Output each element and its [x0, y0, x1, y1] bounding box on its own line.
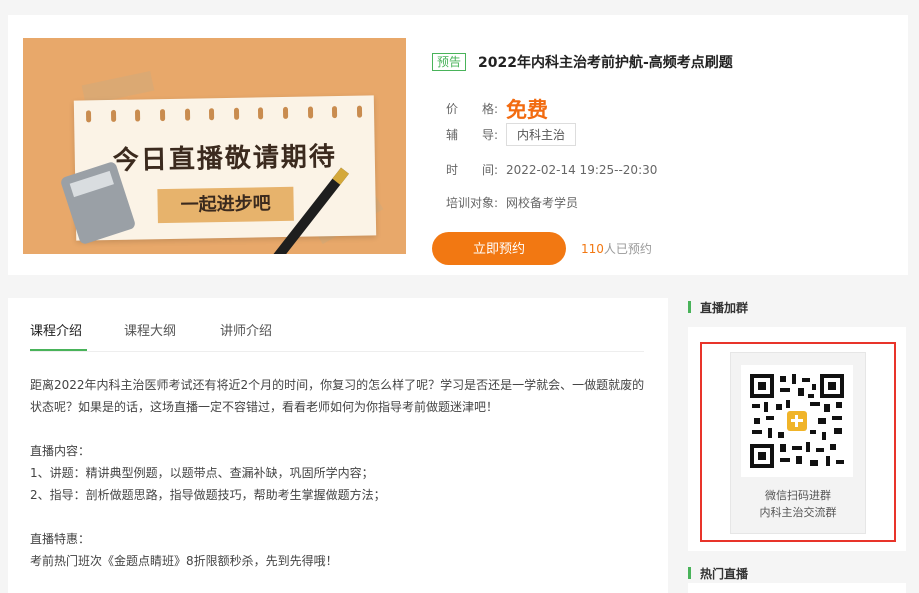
tutor-row: 辅 导: 内科主治 [446, 123, 577, 146]
promo-text: 考前热门班次《金题点睛班》8折限额秒杀，先到先得哦！ [30, 554, 338, 568]
live-group-heading: 直播加群 [688, 299, 748, 316]
target-value: 网校备考学员 [506, 196, 579, 210]
target-label: 培训对象: [446, 196, 499, 210]
reserve-count-suffix: 人已预约 [603, 242, 652, 256]
reserve-button[interactable]: 立即预约 [432, 232, 566, 265]
tab-course-outline[interactable]: 课程大纲 [124, 320, 176, 339]
intro-content: 距离2022年内科主治医师考试还有将近2个月的时间，你复习的怎么样了呢？学习是否… [30, 374, 650, 572]
paper-holes [85, 105, 363, 123]
tab-teacher-intro[interactable]: 讲师介绍 [220, 320, 272, 339]
banner-headline: 今日直播敬请期待 [112, 142, 338, 176]
qr-code-icon[interactable] [741, 365, 853, 477]
price-label: 价 格: [446, 101, 499, 116]
list-item: 2、指导：剖析做题思路，指导做题技巧，帮助考生掌握做题方法； [30, 488, 386, 502]
price-row: 价 格: 免费 [446, 94, 548, 124]
tutor-tag[interactable]: 内科主治 [506, 123, 577, 146]
qr-box: 微信扫码进群 内科主治交流群 [730, 352, 866, 534]
reserve-count: 110人已预约 [581, 240, 652, 257]
price-value: 免费 [506, 98, 548, 122]
course-detail-panel: 课程介绍 课程大纲 讲师介绍 距离2022年内科主治医师考试还有将近2个月的时间… [8, 298, 668, 593]
intro-paragraph: 距离2022年内科主治医师考试还有将近2个月的时间，你复习的怎么样了呢？学习是否… [30, 378, 645, 414]
banner-subline: 一起进步吧 [157, 186, 294, 224]
course-title: 2022年内科主治考前护航-高频考点刷题 [478, 55, 733, 71]
course-banner-image[interactable]: 今日直播敬请期待 一起进步吧 [23, 38, 406, 254]
qr-caption-group: 内科主治交流群 [759, 506, 837, 519]
qr-caption-scan: 微信扫码进群 [765, 489, 831, 502]
course-card: 今日直播敬请期待 一起进步吧 预告 2022年内科主治考前护航-高频考点刷题 价… [8, 15, 908, 275]
tab-course-intro[interactable]: 课程介绍 [30, 320, 82, 339]
target-row: 培训对象: 网校备考学员 [446, 194, 578, 211]
preview-badge: 预告 [432, 53, 467, 71]
section-title: 直播内容： [30, 444, 91, 458]
qr-group-card: 微信扫码进群 内科主治交流群 [688, 327, 906, 551]
time-label: 时 间: [446, 163, 499, 177]
section-title: 直播特惠： [30, 532, 91, 546]
detail-tabs: 课程介绍 课程大纲 讲师介绍 [30, 318, 644, 352]
active-tab-indicator [30, 349, 87, 351]
time-row: 时 间: 2022-02-14 19:25--20:30 [446, 161, 657, 178]
hot-live-heading: 热门直播 [688, 565, 748, 582]
list-item: 1、讲题：精讲典型例题，以题带点、查漏补缺，巩固所学内容； [30, 466, 374, 480]
hot-live-panel [688, 583, 906, 593]
qr-code-graphic [750, 374, 844, 468]
tutor-label: 辅 导: [446, 128, 499, 142]
time-value: 2022-02-14 19:25--20:30 [506, 163, 658, 177]
qr-highlight-frame: 微信扫码进群 内科主治交流群 [700, 342, 896, 542]
reserve-count-number: 110 [581, 242, 604, 256]
